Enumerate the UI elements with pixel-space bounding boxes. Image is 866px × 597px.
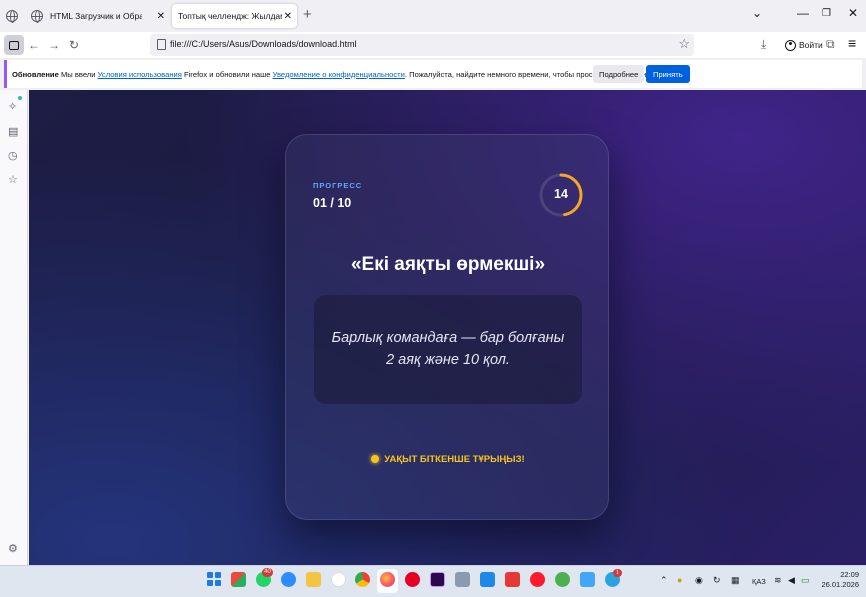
tray-chevron-up-icon[interactable]: ⌃ bbox=[660, 575, 668, 586]
sidebar-icon bbox=[9, 40, 19, 50]
file-explorer-icon[interactable] bbox=[306, 572, 321, 587]
tray-app-icon[interactable]: ● bbox=[677, 575, 682, 585]
glow-dot-icon bbox=[371, 455, 380, 463]
windows-taskbar: 40 1 ⌃ ● ◉ ↻ ▦ ҚАЗ ≋ ◀ ▭ 22:09 26.01.202… bbox=[0, 565, 866, 597]
firefox-icon[interactable] bbox=[380, 572, 395, 587]
hint-text: УАҚЫТ БІТКЕНШЕ ТҰРЫҢЫЗ! bbox=[384, 454, 525, 465]
account-icon bbox=[785, 39, 796, 51]
page-content: ПРОГРЕСС 01 / 10 14 «Екі аяқты өрмекші» … bbox=[29, 90, 866, 565]
ai-chat-icon[interactable]: ✧ bbox=[8, 100, 17, 113]
opera-icon[interactable] bbox=[530, 572, 545, 587]
tab-strip: HTML Загрузчик и Обработка ✕ Топтық челл… bbox=[0, 0, 866, 32]
tray-shield-icon[interactable]: ◉ bbox=[695, 575, 703, 586]
tab-html-loader[interactable]: HTML Загрузчик и Обработка ✕ bbox=[24, 4, 170, 28]
update-notification: Обновление Мы ввели Условия использовани… bbox=[4, 60, 862, 88]
close-icon[interactable]: ✕ bbox=[284, 11, 292, 22]
windows-start-icon[interactable] bbox=[207, 572, 221, 586]
tab-title: HTML Загрузчик и Обработка bbox=[50, 11, 142, 21]
tab-title: Топтық челлендж: Жылдамдық пе bbox=[178, 11, 282, 21]
acrobat-icon[interactable] bbox=[505, 572, 520, 587]
privacy-link[interactable]: Уведомление о конфиденциальности bbox=[273, 70, 405, 79]
notification-title: Обновление bbox=[12, 69, 59, 79]
accept-button[interactable]: Принять bbox=[646, 65, 690, 83]
challenge-description: Барлық командаға — бар болғаны 2 аяқ жән… bbox=[331, 330, 565, 368]
wifi-icon[interactable]: ≋ bbox=[774, 575, 782, 586]
tabs-sync-icon[interactable]: ▤ bbox=[8, 125, 18, 138]
challenge-title: «Екі аяқты өрмекші» bbox=[350, 254, 546, 275]
download-icon[interactable]: ⤓ bbox=[761, 37, 766, 52]
zoom-icon[interactable] bbox=[281, 572, 296, 587]
notification-text-part: Мы ввели bbox=[58, 69, 98, 79]
signin-label: Войти bbox=[799, 40, 823, 50]
tab-challenge[interactable]: Топтық челлендж: Жылдамдық пе ✕ bbox=[172, 4, 297, 28]
app-icon[interactable] bbox=[480, 572, 495, 587]
settings-gear-icon[interactable]: ⚙ bbox=[8, 542, 18, 555]
new-tab-icon[interactable]: + bbox=[303, 6, 312, 23]
browser-sidebar: ✧ ▤ ◷ ☆ ⚙ bbox=[0, 90, 28, 565]
reload-button[interactable]: ↻ bbox=[64, 35, 84, 55]
signin-button[interactable]: Войти bbox=[780, 35, 828, 55]
challenge-card: ПРОГРЕСС 01 / 10 14 «Екі аяқты өрмекші» … bbox=[285, 134, 609, 520]
challenge-hint: УАҚЫТ БІТКЕНШЕ ТҰРЫҢЫЗ! bbox=[286, 454, 610, 465]
volume-icon[interactable]: ◀ bbox=[788, 575, 795, 586]
firefox-view-icon[interactable] bbox=[6, 10, 18, 23]
battery-icon[interactable]: ▭ bbox=[801, 575, 810, 586]
chrome-icon[interactable] bbox=[355, 572, 370, 587]
yandex-browser-icon[interactable] bbox=[331, 572, 346, 587]
address-bar[interactable]: file:///C:/Users/Asus/Downloads/download… bbox=[150, 34, 694, 56]
page-icon bbox=[157, 39, 166, 50]
notification-dot bbox=[18, 96, 22, 100]
address-text[interactable]: file:///C:/Users/Asus/Downloads/download… bbox=[170, 39, 357, 49]
notification-text: Обновление Мы ввели Условия использовани… bbox=[12, 70, 660, 79]
globe-icon bbox=[31, 10, 43, 23]
window-close-icon[interactable]: ✕ bbox=[848, 6, 858, 20]
telegram-badge: 1 bbox=[613, 569, 622, 577]
chevron-down-icon[interactable]: ⌄ bbox=[752, 6, 762, 20]
more-button[interactable]: Подробнее bbox=[593, 65, 645, 83]
clock-time: 22:09 bbox=[840, 570, 859, 579]
bookmark-star-icon[interactable]: ☆ bbox=[678, 36, 690, 52]
language-indicator[interactable]: ҚАЗ bbox=[752, 577, 766, 586]
forward-button[interactable]: → bbox=[44, 35, 64, 55]
maps-icon[interactable] bbox=[580, 572, 595, 587]
minimize-icon[interactable]: — bbox=[797, 6, 809, 20]
pinterest-icon[interactable] bbox=[405, 572, 420, 587]
keyboard-icon[interactable]: ▦ bbox=[731, 575, 740, 586]
navigation-bar: ← → ↻ file:///C:/Users/Asus/Downloads/do… bbox=[0, 32, 866, 58]
challenge-description-box: Барлық командаға — бар болғаны 2 аяқ жән… bbox=[314, 295, 582, 404]
timer-value: 14 bbox=[554, 187, 568, 201]
progress-value: 01 / 10 bbox=[313, 196, 352, 210]
back-button[interactable]: ← bbox=[24, 35, 44, 55]
utorrent-icon[interactable] bbox=[555, 572, 570, 587]
notification-text-part: Firefox и обновили наше bbox=[181, 69, 273, 79]
extensions-icon[interactable]: ⧉ bbox=[826, 37, 835, 52]
close-icon[interactable]: ✕ bbox=[157, 11, 165, 22]
menu-icon[interactable]: ≡ bbox=[848, 35, 856, 51]
restore-icon[interactable]: ❐ bbox=[822, 8, 831, 19]
sidebar-toggle-button[interactable] bbox=[4, 35, 24, 55]
progress-label: ПРОГРЕСС bbox=[313, 181, 363, 190]
terms-link[interactable]: Условия использования bbox=[98, 70, 182, 79]
clock-date: 26.01.2026 bbox=[821, 580, 859, 589]
bookmarks-icon[interactable]: ☆ bbox=[8, 173, 18, 186]
history-icon[interactable]: ◷ bbox=[8, 149, 18, 162]
tray-sync-icon[interactable]: ↻ bbox=[713, 575, 721, 586]
calculator-icon[interactable] bbox=[455, 572, 470, 587]
clock[interactable]: 22:09 26.01.2026 bbox=[815, 570, 859, 590]
premiere-pro-icon[interactable] bbox=[430, 572, 445, 587]
whatsapp-badge: 40 bbox=[262, 568, 273, 577]
widgets-icon[interactable] bbox=[231, 572, 246, 587]
